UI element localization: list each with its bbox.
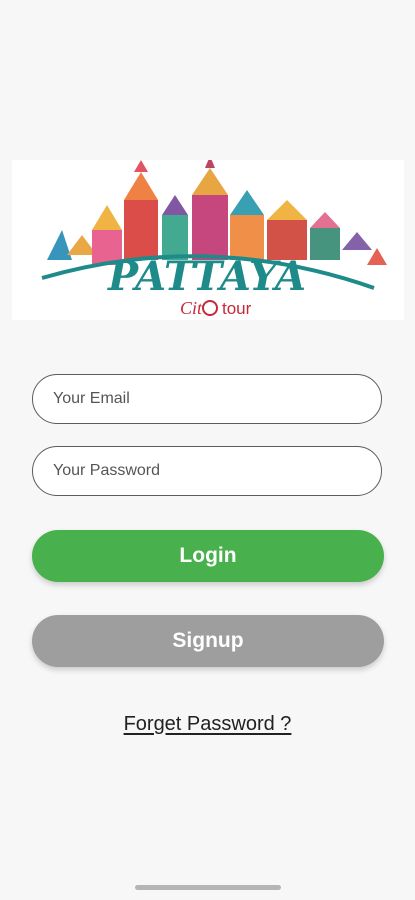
- pattaya-city-tour-logo: PATTAYA Cit tour: [12, 160, 404, 320]
- home-indicator[interactable]: [135, 885, 281, 890]
- logo-ring-icon: [202, 300, 218, 316]
- login-button[interactable]: Login: [32, 530, 384, 582]
- email-field[interactable]: [32, 374, 382, 424]
- signup-button[interactable]: Signup: [32, 615, 384, 667]
- logo-subtitle-suffix: tour: [222, 299, 252, 318]
- logo-illustration: PATTAYA Cit tour: [41, 160, 387, 318]
- logo-subtitle-prefix: Cit: [180, 298, 203, 318]
- login-screen: PATTAYA Cit tour Login Signup Forget Pas…: [0, 0, 415, 900]
- forget-password-container: Forget Password ?: [0, 713, 415, 736]
- logo-title: PATTAYA: [107, 253, 306, 300]
- password-field[interactable]: [32, 446, 382, 496]
- forget-password-link[interactable]: Forget Password ?: [124, 713, 292, 735]
